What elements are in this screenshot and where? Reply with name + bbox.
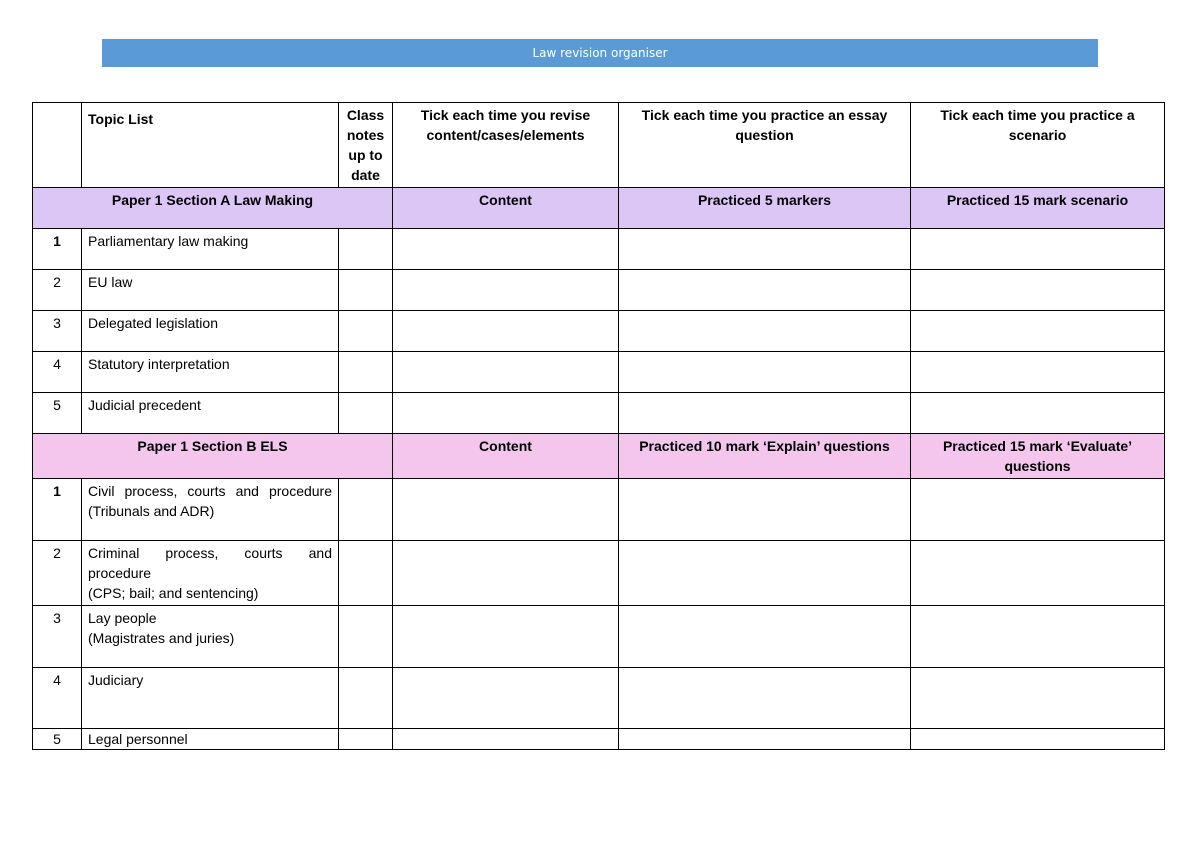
essay-tick-cell[interactable] [618, 392, 911, 434]
section-a-content-header: Content [392, 187, 619, 229]
row-number: 1 [32, 228, 82, 270]
table-row: 2 Criminal process, courts and procedure… [32, 540, 1165, 606]
class-notes-cell[interactable] [338, 269, 393, 311]
scenario-tick-cell[interactable] [910, 392, 1165, 434]
topic-name: Judicial precedent [81, 392, 339, 434]
section-a-header-row: Paper 1 Section A Law Making Content Pra… [32, 187, 1165, 229]
topic-name: Legal personnel [81, 728, 339, 750]
scenario-tick-cell[interactable] [910, 728, 1165, 750]
row-number: 4 [32, 667, 82, 729]
scenario-tick-cell[interactable] [910, 605, 1165, 668]
class-notes-header: Class notes up to date [338, 102, 393, 188]
revise-tick-cell[interactable] [392, 351, 619, 393]
essay-tick-cell[interactable] [618, 269, 911, 311]
essay-tick-cell[interactable] [618, 351, 911, 393]
table-row: 4 Judiciary [32, 667, 1165, 729]
scenario-tick-cell[interactable] [910, 269, 1165, 311]
topic-name: Civil process, courts and procedure (Tri… [81, 478, 339, 541]
row-number: 3 [32, 605, 82, 668]
topic-name: Parliamentary law making [81, 228, 339, 270]
class-notes-cell[interactable] [338, 310, 393, 352]
section-a-title: Paper 1 Section A Law Making [32, 187, 393, 229]
essay-tick-cell[interactable] [618, 310, 911, 352]
scenario-tick-cell[interactable] [910, 351, 1165, 393]
essay-tick-cell[interactable] [618, 667, 911, 729]
table-row: 1 Civil process, courts and procedure (T… [32, 478, 1165, 541]
number-header-cell [32, 102, 82, 188]
revision-table: Topic List Class notes up to date Tick e… [32, 102, 1165, 750]
table-row: 5 Judicial precedent [32, 392, 1165, 434]
section-a-scenario-header: Practiced 15 mark scenario [910, 187, 1165, 229]
revise-tick-cell[interactable] [392, 392, 619, 434]
class-notes-cell[interactable] [338, 228, 393, 270]
section-a-essay-header: Practiced 5 markers [618, 187, 911, 229]
essay-tick-cell[interactable] [618, 540, 911, 606]
essay-tick-cell[interactable] [618, 228, 911, 270]
page-title-banner: Law revision organiser [102, 39, 1098, 67]
essay-tick-cell[interactable] [618, 605, 911, 668]
revise-tick-cell[interactable] [392, 540, 619, 606]
revise-tick-cell[interactable] [392, 667, 619, 729]
header-row: Topic List Class notes up to date Tick e… [32, 102, 1165, 188]
row-number: 3 [32, 310, 82, 352]
class-notes-cell[interactable] [338, 728, 393, 750]
scenario-tick-cell[interactable] [910, 310, 1165, 352]
table-row: 3 Delegated legislation [32, 310, 1165, 352]
tick-essay-header: Tick each time you practice an essay que… [618, 102, 911, 188]
row-number: 5 [32, 728, 82, 750]
scenario-tick-cell[interactable] [910, 667, 1165, 729]
row-number: 2 [32, 540, 82, 606]
topic-name: Criminal process, courts and procedure [88, 545, 332, 581]
section-b-essay-header: Practiced 10 mark ‘Explain’ questions [618, 433, 911, 479]
tick-revise-header: Tick each time you revise content/cases/… [392, 102, 619, 188]
scenario-tick-cell[interactable] [910, 228, 1165, 270]
revise-tick-cell[interactable] [392, 605, 619, 668]
class-notes-cell[interactable] [338, 392, 393, 434]
section-b-title: Paper 1 Section B ELS [32, 433, 393, 479]
scenario-tick-cell[interactable] [910, 540, 1165, 606]
class-notes-cell[interactable] [338, 478, 393, 541]
topic-name: Statutory interpretation [81, 351, 339, 393]
revise-tick-cell[interactable] [392, 310, 619, 352]
class-notes-cell[interactable] [338, 605, 393, 668]
essay-tick-cell[interactable] [618, 728, 911, 750]
topic-subtitle: (CPS; bail; and sentencing) [88, 585, 259, 601]
scenario-tick-cell[interactable] [910, 478, 1165, 541]
revise-tick-cell[interactable] [392, 728, 619, 750]
topic-name: Judiciary [81, 667, 339, 729]
topic-name: Delegated legislation [81, 310, 339, 352]
topic-name: Lay people [88, 610, 157, 626]
row-number: 5 [32, 392, 82, 434]
table-row: 4 Statutory interpretation [32, 351, 1165, 393]
topic-list-header: Topic List [81, 102, 339, 188]
topic-subtitle: (Magistrates and juries) [88, 630, 235, 646]
topic-cell: Criminal process, courts and procedure (… [81, 540, 339, 606]
essay-tick-cell[interactable] [618, 478, 911, 541]
class-notes-cell[interactable] [338, 351, 393, 393]
revise-tick-cell[interactable] [392, 478, 619, 541]
row-number: 4 [32, 351, 82, 393]
row-number: 1 [32, 478, 82, 541]
section-b-scenario-header: Practiced 15 mark ‘Evaluate’ questions [910, 433, 1165, 479]
topic-cell: Lay people (Magistrates and juries) [81, 605, 339, 668]
table-row: 5 Legal personnel [32, 728, 1165, 750]
tick-scenario-header: Tick each time you practice a scenario [910, 102, 1165, 188]
section-b-header-row: Paper 1 Section B ELS Content Practiced … [32, 433, 1165, 479]
class-notes-cell[interactable] [338, 540, 393, 606]
table-row: 2 EU law [32, 269, 1165, 311]
revise-tick-cell[interactable] [392, 269, 619, 311]
table-row: 1 Parliamentary law making [32, 228, 1165, 270]
row-number: 2 [32, 269, 82, 311]
topic-name: EU law [81, 269, 339, 311]
table-row: 3 Lay people (Magistrates and juries) [32, 605, 1165, 668]
class-notes-cell[interactable] [338, 667, 393, 729]
revise-tick-cell[interactable] [392, 228, 619, 270]
section-b-content-header: Content [392, 433, 619, 479]
